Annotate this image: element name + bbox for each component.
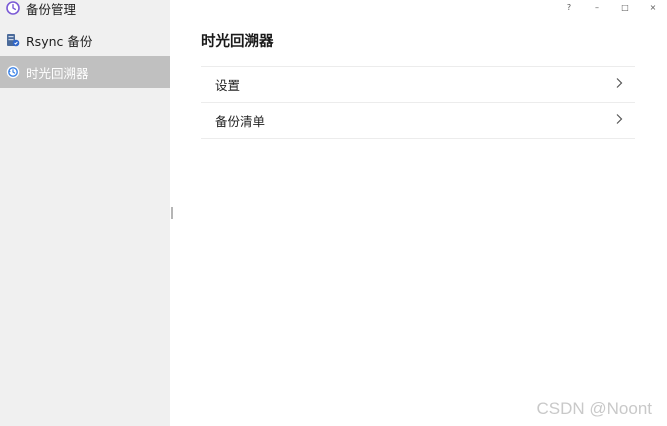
chevron-right-icon xyxy=(615,77,623,92)
list-item-backup-list[interactable]: 备份清单 xyxy=(201,103,635,139)
app-window: 备份管理 Rsync 备份 时光回溯器 ? – □ × 时光回溯器 设置 备份清… xyxy=(0,0,667,426)
sidebar-item-label: Rsync 备份 xyxy=(26,33,93,49)
page-title: 时光回溯器 xyxy=(201,34,274,50)
sidebar-item-label: 时光回溯器 xyxy=(26,65,89,81)
maximize-button[interactable]: □ xyxy=(611,1,639,13)
time-machine-icon xyxy=(6,65,20,79)
settings-list: 设置 备份清单 xyxy=(201,66,635,139)
sidebar-item-rsync-backup[interactable]: Rsync 备份 xyxy=(0,24,170,56)
clock-icon xyxy=(6,1,20,15)
minimize-button[interactable]: – xyxy=(583,1,611,13)
sidebar-item-label: 备份管理 xyxy=(26,1,77,17)
sidebar-item-backup-management[interactable]: 备份管理 xyxy=(0,0,170,22)
sidebar: 备份管理 Rsync 备份 时光回溯器 xyxy=(0,0,170,426)
chevron-right-icon xyxy=(615,113,623,128)
list-item-label: 设置 xyxy=(215,78,241,93)
sidebar-resize-handle[interactable] xyxy=(171,207,173,219)
window-controls: ? – □ × xyxy=(555,0,667,14)
close-button[interactable]: × xyxy=(639,1,667,13)
sidebar-item-time-machine[interactable]: 时光回溯器 xyxy=(0,56,170,88)
watermark: CSDN @Noont xyxy=(536,399,652,418)
server-backup-icon xyxy=(6,33,20,47)
help-button[interactable]: ? xyxy=(555,1,583,13)
list-item-label: 备份清单 xyxy=(215,114,266,129)
list-item-settings[interactable]: 设置 xyxy=(201,67,635,103)
